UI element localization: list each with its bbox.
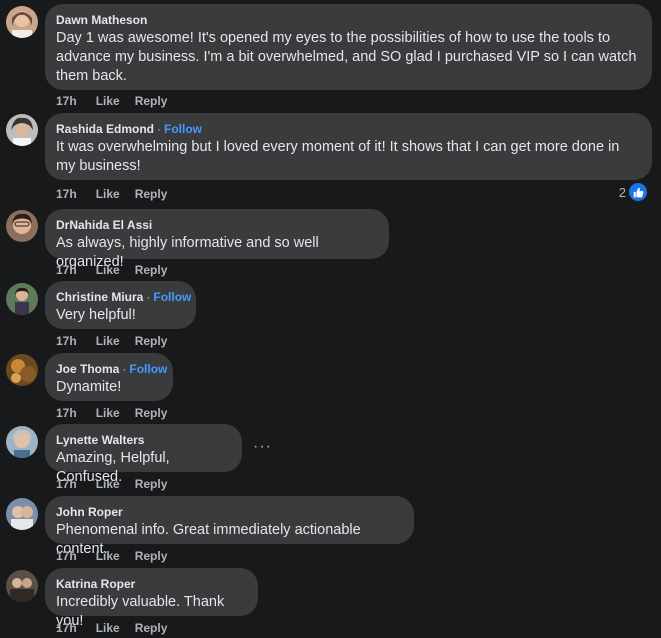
avatar[interactable] [6,498,38,530]
reply-button[interactable]: Reply [135,549,168,563]
reply-button[interactable]: Reply [135,621,168,635]
reply-button[interactable]: Reply [135,187,168,201]
like-button[interactable]: Like [96,263,120,277]
comment-bubble: Dawn Matheson Day 1 was awesome! It's op… [45,4,652,90]
comment-bubble: Rashida Edmond · Follow It was overwhelmin… [45,113,652,180]
comment-actions: 17h Like Reply [56,621,182,635]
reply-button[interactable]: Reply [135,94,168,108]
avatar[interactable] [6,114,38,146]
timestamp[interactable]: 17h [56,263,77,277]
reply-button[interactable]: Reply [135,406,168,420]
like-button[interactable]: Like [96,406,120,420]
comment-feed: Dawn Matheson Day 1 was awesome! It's op… [0,0,661,638]
more-options-icon[interactable]: ··· [253,438,272,456]
separator-dot: · [157,122,162,136]
comment-bubble: Katrina Roper Incredibly valuable. Thank… [45,568,258,629]
like-icon [629,183,647,201]
comment-actions: 17h Like Reply [56,549,182,563]
timestamp[interactable]: 17h [56,187,77,201]
comment-text: Very helpful! [56,307,136,323]
separator-dot: · [122,362,127,376]
comment-text: Dynamite! [56,379,122,395]
follow-button[interactable]: Follow [129,362,167,376]
reaction-summary[interactable]: 2 [619,183,647,201]
author-name[interactable]: Christine Miura [56,290,143,304]
comment-text: It was overwhelming but I loved every mo… [56,139,620,174]
comment-bubble: Joe Thoma · Follow Dynamite! [45,353,173,401]
like-button[interactable]: Like [96,334,120,348]
author-name[interactable]: Katrina Roper [56,577,135,591]
comment-actions: 17h Like Reply [56,187,182,201]
like-button[interactable]: Like [96,621,120,635]
comment-bubble: Christine Miura · Follow Very helpful! [45,281,196,329]
author-name[interactable]: Lynette Walters [56,433,144,447]
author-name[interactable]: Rashida Edmond [56,122,154,136]
timestamp[interactable]: 17h [56,334,77,348]
reply-button[interactable]: Reply [135,263,168,277]
like-button[interactable]: Like [96,549,120,563]
author-name[interactable]: Dawn Matheson [56,13,147,27]
like-button[interactable]: Like [96,187,120,201]
comment-actions: 17h Like Reply [56,477,182,491]
comment-actions: 17h Like Reply [56,334,182,348]
reaction-count: 2 [618,184,626,200]
follow-button[interactable]: Follow [164,122,202,136]
avatar[interactable] [6,6,38,38]
follow-button[interactable]: Follow [153,290,191,304]
avatar[interactable] [6,283,38,315]
comment-text: Day 1 was awesome! It's opened my eyes t… [56,30,637,84]
comment-actions: 17h Like Reply [56,263,182,277]
timestamp[interactable]: 17h [56,94,77,108]
author-name[interactable]: Joe Thoma [56,362,119,376]
reply-button[interactable]: Reply [135,477,168,491]
timestamp[interactable]: 17h [56,621,77,635]
timestamp[interactable]: 17h [56,477,77,491]
avatar[interactable] [6,570,38,602]
timestamp[interactable]: 17h [56,549,77,563]
avatar[interactable] [6,426,38,458]
comment-bubble: Lynette Walters Amazing, Helpful, Confus… [45,424,242,485]
comment-bubble: DrNahida El Assi As always, highly infor… [45,209,389,270]
separator-dot: · [146,290,151,304]
comment-actions: 17h Like Reply [56,94,182,108]
avatar[interactable] [6,354,38,386]
reply-button[interactable]: Reply [135,334,168,348]
author-name[interactable]: DrNahida El Assi [56,218,152,232]
timestamp[interactable]: 17h [56,406,77,420]
author-name[interactable]: John Roper [56,505,123,519]
like-button[interactable]: Like [96,94,120,108]
comment-actions: 17h Like Reply [56,406,182,420]
avatar[interactable] [6,210,38,242]
like-button[interactable]: Like [96,477,120,491]
comment-bubble: John Roper Phenomenal info. Great immedi… [45,496,414,557]
